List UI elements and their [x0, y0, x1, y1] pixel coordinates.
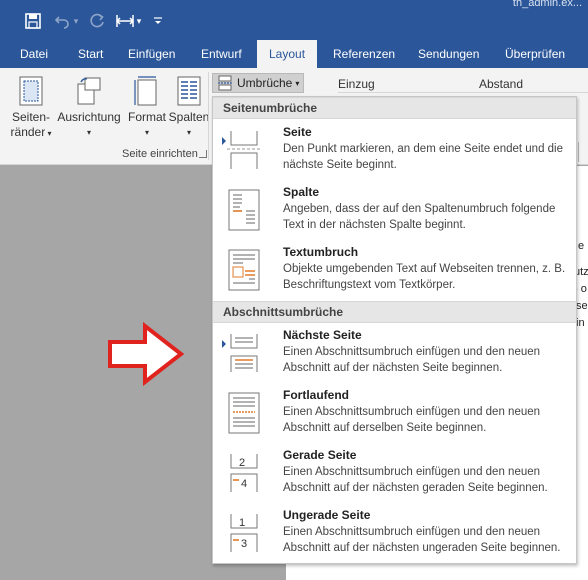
menu-item-desc: Einen Abschnittsumbruch einfügen und den…	[283, 346, 541, 374]
seitenraender-dropdown-icon: ▾	[45, 129, 52, 138]
selection-marker	[222, 340, 226, 348]
next-page-section-icon	[230, 334, 258, 372]
menu-item-title: Gerade Seite	[283, 448, 357, 462]
page-break-icon	[227, 131, 261, 169]
svg-text:3: 3	[241, 538, 247, 550]
orientation-icon	[77, 77, 101, 105]
umbrueche-menu: Seitenumbrüche Seite Den Punkt markieren…	[212, 96, 577, 564]
menu-item-desc: Den Punkt markieren, an dem eine Seite e…	[283, 143, 564, 171]
menu-item-spalte[interactable]: Spalte Angeben, dass der auf den Spalten…	[213, 181, 576, 241]
seitenraender-label-1: Seiten-	[11, 110, 51, 124]
tab-datei[interactable]: Datei	[20, 40, 48, 68]
group-divider	[208, 72, 209, 160]
format-label: Format	[127, 110, 166, 124]
seitenraender-label-2: ränder	[10, 125, 46, 139]
selection-marker	[222, 137, 226, 145]
even-page-section-icon: 2 4	[230, 454, 258, 492]
spalten-button[interactable]: Spalten ▾	[168, 76, 210, 140]
menu-item-desc: Einen Abschnittsumbruch einfügen und den…	[283, 406, 541, 434]
menu-item-desc: Einen Abschnittsumbruch einfügen und den…	[283, 466, 548, 494]
undo-icon[interactable]	[52, 11, 72, 31]
margins-icon	[19, 76, 43, 106]
text-wrapping-break-icon	[228, 249, 260, 291]
dialog-launcher-icon[interactable]	[199, 150, 207, 158]
column-break-icon	[228, 189, 260, 231]
einzug-label: Einzug	[338, 77, 375, 91]
continuous-section-icon	[228, 392, 260, 434]
page-text-fragment: se	[576, 300, 588, 312]
undo-dropdown-icon[interactable]: ▾	[72, 11, 80, 31]
red-arrow-annotation	[108, 322, 185, 386]
ausrichtung-button[interactable]: Ausrichtung ▾	[56, 76, 122, 140]
section-header-seitenumbrueche: Seitenumbrüche	[213, 97, 576, 119]
save-icon[interactable]	[24, 11, 42, 31]
tab-ueberpruefen[interactable]: Überprüfen	[505, 40, 565, 68]
breaks-icon	[218, 75, 232, 91]
odd-page-section-icon: 1 3	[230, 514, 258, 552]
menu-item-seite[interactable]: Seite Den Punkt markieren, an dem eine S…	[213, 121, 576, 181]
menu-item-desc: Objekte umgebenden Text auf Webseiten tr…	[283, 263, 566, 291]
tab-entwurf[interactable]: Entwurf	[201, 40, 242, 68]
ausrichtung-label: Ausrichtung	[57, 110, 121, 124]
format-dropdown-icon: ▾	[144, 128, 149, 137]
tab-layout[interactable]: Layout	[257, 40, 318, 68]
columns-icon	[177, 76, 201, 106]
menu-item-naechste-seite[interactable]: Nächste Seite Einen Abschnittsumbruch ei…	[213, 324, 576, 384]
seitenraender-button[interactable]: Seiten- ränder ▾	[10, 76, 52, 141]
svg-text:1: 1	[239, 517, 245, 529]
menu-item-ungerade-seite[interactable]: 1 3 Ungerade Seite Einen Abschnittsumbru…	[213, 504, 576, 564]
menu-item-title: Nächste Seite	[283, 328, 362, 342]
abstand-label: Abstand	[479, 77, 524, 91]
page-width-icon[interactable]	[114, 11, 136, 31]
spalten-label: Spalten	[168, 110, 210, 124]
ausrichtung-dropdown-icon: ▾	[86, 128, 91, 137]
menu-item-title: Ungerade Seite	[283, 508, 371, 522]
ribbon-divider	[338, 92, 588, 93]
redo-icon[interactable]	[88, 11, 106, 31]
umbrueche-label: Umbrüche	[237, 76, 293, 90]
menu-item-title: Textumbruch	[283, 245, 359, 259]
menu-item-desc: Angeben, dass der auf den Spaltenumbruch…	[283, 203, 556, 231]
ruler-mark	[578, 142, 588, 162]
menu-item-title: Spalte	[283, 185, 320, 199]
customize-qat-icon[interactable]	[152, 11, 164, 31]
umbrueche-dropdown-icon: ▾	[295, 78, 300, 88]
svg-text:4: 4	[241, 478, 247, 490]
window-title: th_admin.ex...	[512, 0, 582, 9]
menu-item-title: Fortlaufend	[283, 388, 349, 402]
format-button[interactable]: Format ▾	[127, 76, 167, 140]
group-label-seite-einrichten: Seite einrichten	[122, 148, 198, 160]
menu-item-fortlaufend[interactable]: Fortlaufend Einen Abschnittsumbruch einf…	[213, 384, 576, 444]
menu-item-title: Seite	[283, 125, 312, 139]
menu-item-textumbruch[interactable]: Textumbruch Objekte umgebenden Text auf …	[213, 241, 576, 301]
umbrueche-button[interactable]: Umbrüche ▾	[212, 73, 304, 93]
tab-einfuegen[interactable]: Einfügen	[128, 40, 175, 68]
tab-sendungen[interactable]: Sendungen	[418, 40, 479, 68]
page-width-dropdown-icon[interactable]: ▾	[135, 11, 143, 31]
tab-start[interactable]: Start	[78, 40, 103, 68]
tab-referenzen[interactable]: Referenzen	[333, 40, 395, 68]
page-text-fragment: in	[576, 317, 585, 329]
title-bar: ▾ ▾ th_admin.ex...	[0, 0, 588, 40]
ribbon-tabs: Datei Start Einfügen Entwurf Layout Refe…	[0, 40, 588, 68]
spalten-dropdown-icon: ▾	[186, 128, 191, 137]
section-header-abschnittsumbrueche: Abschnittsumbrüche	[213, 301, 576, 323]
page-size-icon	[134, 76, 157, 106]
page-text-fragment: e	[578, 240, 585, 252]
svg-text:2: 2	[239, 457, 245, 469]
menu-item-desc: Einen Abschnittsumbruch einfügen und den…	[283, 526, 561, 554]
menu-item-gerade-seite[interactable]: 2 4 Gerade Seite Einen Abschnittsumbruch…	[213, 444, 576, 504]
